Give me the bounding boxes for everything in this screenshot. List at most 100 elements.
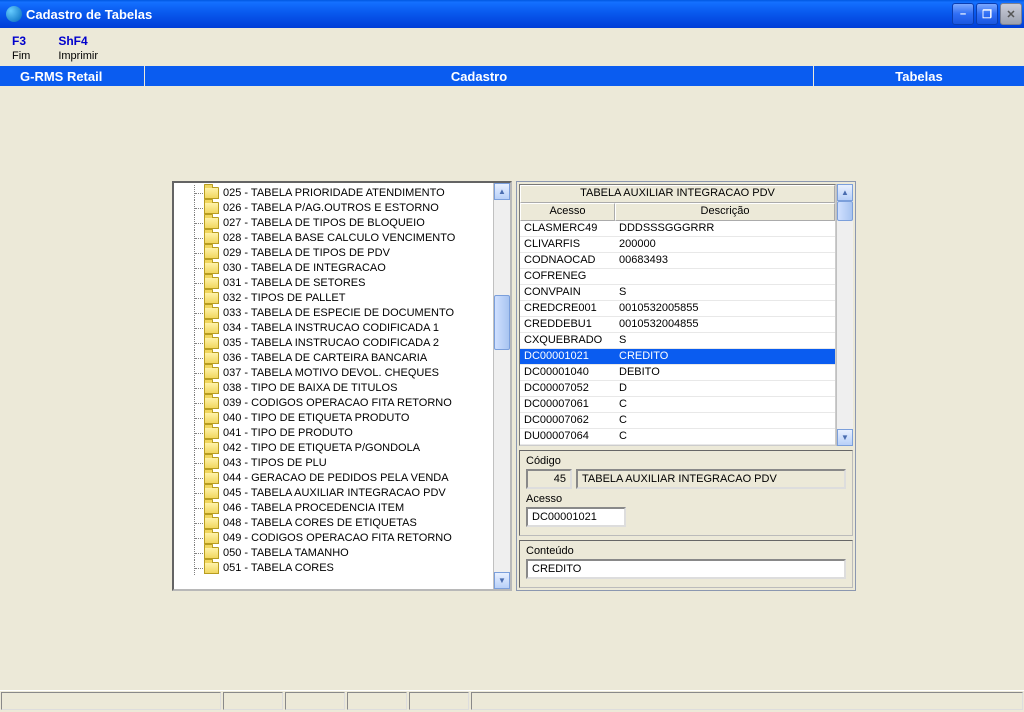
- tree-item[interactable]: 046 - TABELA PROCEDENCIA ITEM: [174, 500, 493, 515]
- table-row[interactable]: DU00007064C: [520, 429, 835, 445]
- tree-label: 041 - TIPO DE PRODUTO: [223, 427, 353, 439]
- col-acesso[interactable]: Acesso: [520, 203, 615, 221]
- workspace: 025 - TABELA PRIORIDADE ATENDIMENTO026 -…: [0, 86, 1024, 591]
- cell-acesso: CLASMERC49: [520, 221, 615, 236]
- scroll-thumb[interactable]: [494, 295, 510, 350]
- table-row[interactable]: CODNAOCAD00683493: [520, 253, 835, 269]
- tree-item[interactable]: 043 - TIPOS DE PLU: [174, 455, 493, 470]
- tree-item[interactable]: 050 - TABELA TAMANHO: [174, 545, 493, 560]
- col-descricao[interactable]: Descrição: [615, 203, 835, 221]
- status-cell: [347, 692, 407, 710]
- scroll-down-icon[interactable]: ▼: [837, 429, 853, 446]
- tree-item[interactable]: 035 - TABELA INSTRUCAO CODIFICADA 2: [174, 335, 493, 350]
- folder-icon: [204, 547, 219, 559]
- tree-item[interactable]: 045 - TABELA AUXILIAR INTEGRACAO PDV: [174, 485, 493, 500]
- table-row[interactable]: DC00007061C: [520, 397, 835, 413]
- tree-label: 029 - TABELA DE TIPOS DE PDV: [223, 247, 390, 259]
- folder-icon: [204, 382, 219, 394]
- close-button[interactable]: ✕: [1000, 3, 1022, 25]
- status-cell: [471, 692, 1023, 710]
- table-row[interactable]: CLIVARFIS200000: [520, 237, 835, 253]
- folder-icon: [204, 442, 219, 454]
- grid-scrollbar[interactable]: ▲ ▼: [836, 184, 853, 446]
- folder-icon: [204, 352, 219, 364]
- scroll-track[interactable]: [837, 201, 853, 429]
- tree-item[interactable]: 037 - TABELA MOTIVO DEVOL. CHEQUES: [174, 365, 493, 380]
- conteudo-field[interactable]: [526, 559, 846, 579]
- statusbar: [0, 690, 1024, 712]
- tree-item[interactable]: 038 - TIPO DE BAIXA DE TITULOS: [174, 380, 493, 395]
- tree-label: 049 - CODIGOS OPERACAO FITA RETORNO: [223, 532, 452, 544]
- table-row[interactable]: CLASMERC49DDDSSSGGGRRR: [520, 221, 835, 237]
- scroll-up-icon[interactable]: ▲: [494, 183, 510, 200]
- table-row[interactable]: COFRENEG: [520, 269, 835, 285]
- hotkey-label: ShF4: [58, 34, 98, 48]
- table-row[interactable]: DC00001021CREDITO: [520, 349, 835, 365]
- tree-item[interactable]: 033 - TABELA DE ESPECIE DE DOCUMENTO: [174, 305, 493, 320]
- cell-acesso: CREDDEBU1: [520, 317, 615, 332]
- folder-icon: [204, 232, 219, 244]
- form-codigo-section: Código Acesso: [519, 450, 853, 536]
- folder-icon: [204, 277, 219, 289]
- cell-descricao: DDDSSSGGGRRR: [615, 221, 835, 236]
- tree-item[interactable]: 027 - TABELA DE TIPOS DE BLOQUEIO: [174, 215, 493, 230]
- tree-item[interactable]: 028 - TABELA BASE CALCULO VENCIMENTO: [174, 230, 493, 245]
- table-row[interactable]: DC00007052D: [520, 381, 835, 397]
- tree-item[interactable]: 048 - TABELA CORES DE ETIQUETAS: [174, 515, 493, 530]
- table-row[interactable]: CXQUEBRADOS: [520, 333, 835, 349]
- toolbtn-imprimir[interactable]: ShF4 Imprimir: [58, 34, 98, 62]
- scroll-down-icon[interactable]: ▼: [494, 572, 510, 589]
- tree[interactable]: 025 - TABELA PRIORIDADE ATENDIMENTO026 -…: [174, 183, 493, 589]
- breadcrumb: G-RMS Retail Cadastro Tabelas: [0, 66, 1024, 86]
- tree-label: 036 - TABELA DE CARTEIRA BANCARIA: [223, 352, 427, 364]
- table-row[interactable]: DC00007062C: [520, 413, 835, 429]
- tree-label: 025 - TABELA PRIORIDADE ATENDIMENTO: [223, 187, 445, 199]
- tree-item[interactable]: 032 - TIPOS DE PALLET: [174, 290, 493, 305]
- folder-icon: [204, 502, 219, 514]
- toolbtn-fim[interactable]: F3 Fim: [12, 34, 30, 62]
- tree-item[interactable]: 044 - GERACAO DE PEDIDOS PELA VENDA: [174, 470, 493, 485]
- maximize-button[interactable]: ❐: [976, 3, 998, 25]
- tree-item[interactable]: 039 - CODIGOS OPERACAO FITA RETORNO: [174, 395, 493, 410]
- minimize-button[interactable]: –: [952, 3, 974, 25]
- cell-descricao: 200000: [615, 237, 835, 252]
- nome-field: [576, 469, 846, 489]
- tree-item[interactable]: 031 - TABELA DE SETORES: [174, 275, 493, 290]
- scroll-up-icon[interactable]: ▲: [837, 184, 853, 201]
- table-row[interactable]: CREDDEBU10010532004855: [520, 317, 835, 333]
- acesso-field[interactable]: [526, 507, 626, 527]
- tree-item[interactable]: 026 - TABELA P/AG.OUTROS E ESTORNO: [174, 200, 493, 215]
- tree-item[interactable]: 030 - TABELA DE INTEGRACAO: [174, 260, 493, 275]
- cell-descricao: C: [615, 429, 835, 444]
- tree-label: 033 - TABELA DE ESPECIE DE DOCUMENTO: [223, 307, 454, 319]
- table-row[interactable]: CONVPAINS: [520, 285, 835, 301]
- scroll-track[interactable]: [494, 200, 510, 572]
- tree-panel: 025 - TABELA PRIORIDADE ATENDIMENTO026 -…: [172, 181, 512, 591]
- tree-item[interactable]: 049 - CODIGOS OPERACAO FITA RETORNO: [174, 530, 493, 545]
- cell-acesso: DU00007064: [520, 429, 615, 444]
- tree-item[interactable]: 036 - TABELA DE CARTEIRA BANCARIA: [174, 350, 493, 365]
- table-row[interactable]: CREDCRE0010010532005855: [520, 301, 835, 317]
- tree-label: 034 - TABELA INSTRUCAO CODIFICADA 1: [223, 322, 439, 334]
- tree-item[interactable]: 042 - TIPO DE ETIQUETA P/GONDOLA: [174, 440, 493, 455]
- tree-item[interactable]: 025 - TABELA PRIORIDADE ATENDIMENTO: [174, 185, 493, 200]
- table-row[interactable]: DC00001040DEBITO: [520, 365, 835, 381]
- folder-icon: [204, 247, 219, 259]
- scroll-thumb[interactable]: [837, 201, 853, 221]
- cell-descricao: [615, 269, 835, 284]
- conteudo-label: Conteúdo: [526, 545, 846, 557]
- cell-descricao: D: [615, 381, 835, 396]
- acesso-label: Acesso: [526, 493, 846, 505]
- tree-item[interactable]: 041 - TIPO DE PRODUTO: [174, 425, 493, 440]
- tree-scrollbar[interactable]: ▲ ▼: [493, 183, 510, 589]
- tree-label: 051 - TABELA CORES: [223, 562, 334, 574]
- form-conteudo-section: Conteúdo: [519, 540, 853, 588]
- tree-item[interactable]: 034 - TABELA INSTRUCAO CODIFICADA 1: [174, 320, 493, 335]
- detail-panel: TABELA AUXILIAR INTEGRACAO PDV Acesso De…: [516, 181, 856, 591]
- folder-icon: [204, 517, 219, 529]
- tree-item[interactable]: 040 - TIPO DE ETIQUETA PRODUTO: [174, 410, 493, 425]
- tree-item[interactable]: 051 - TABELA CORES: [174, 560, 493, 575]
- tree-item[interactable]: 029 - TABELA DE TIPOS DE PDV: [174, 245, 493, 260]
- cell-acesso: CREDCRE001: [520, 301, 615, 316]
- cell-descricao: 0010532004855: [615, 317, 835, 332]
